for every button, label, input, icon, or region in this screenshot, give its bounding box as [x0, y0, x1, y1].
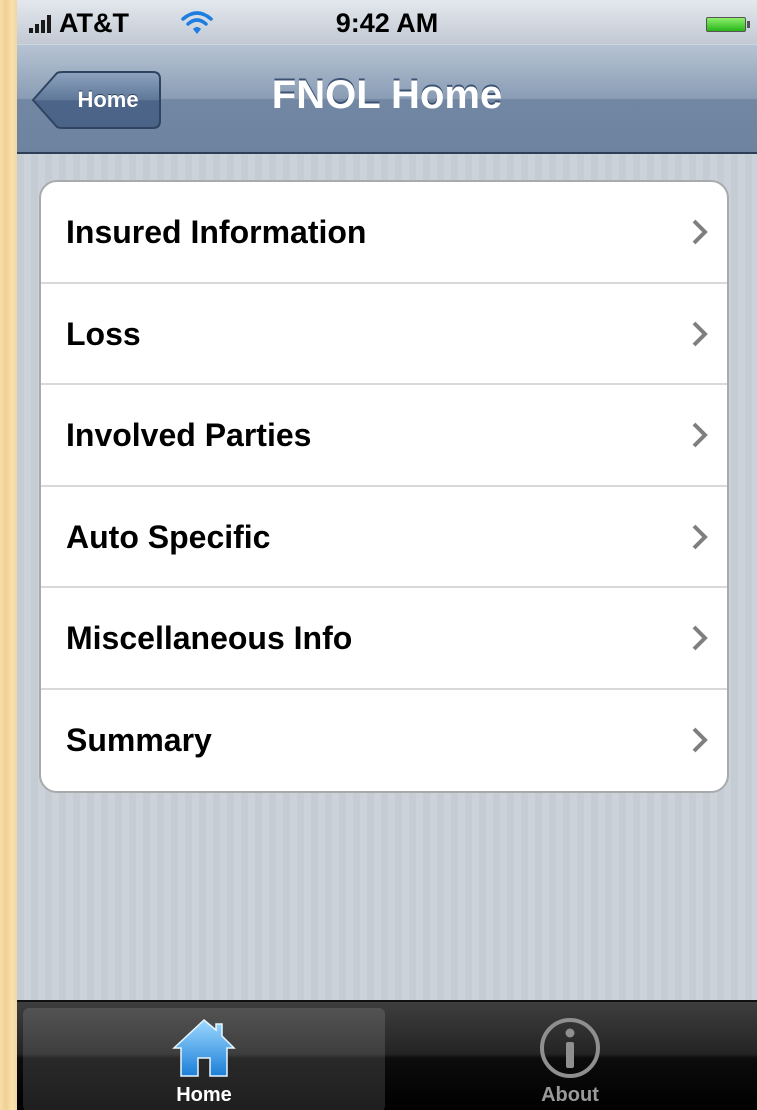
tab-about[interactable]: About: [389, 1008, 751, 1110]
phone-screen: AT&T 9:42 AM Home FNOL Home Insured Info…: [17, 0, 757, 1110]
list-item-label: Insured Information: [66, 214, 367, 250]
list-item-label: Auto Specific: [66, 518, 271, 555]
list-item-auto-specific[interactable]: Auto Specific: [41, 487, 727, 588]
chevron-right-icon: [692, 727, 708, 752]
battery-icon: [706, 17, 750, 32]
chevron-right-icon: [692, 422, 708, 448]
back-button-label: Home: [77, 87, 139, 112]
info-icon: [540, 1018, 600, 1078]
chevron-right-icon: [692, 524, 708, 549]
list-item-label: Loss: [66, 315, 141, 352]
list-item-involved-parties[interactable]: Involved Parties: [41, 385, 727, 487]
status-time: 9:42 AM: [335, 8, 439, 38]
home-icon: [172, 1019, 236, 1077]
page-title: FNOL Home: [271, 73, 503, 117]
status-bar: AT&T 9:42 AM: [17, 0, 757, 44]
chevron-right-icon: [692, 219, 708, 245]
tab-label: About: [541, 1084, 599, 1106]
chevron-right-icon: [692, 625, 708, 651]
tab-label: Home: [176, 1084, 232, 1106]
list-item-loss[interactable]: Loss: [41, 284, 727, 385]
back-button[interactable]: Home: [31, 71, 161, 129]
list-item-summary[interactable]: Summary: [41, 690, 727, 792]
menu-list: Insured Information Loss Involved Partie…: [39, 180, 729, 793]
list-item-insured-information[interactable]: Insured Information: [41, 182, 727, 284]
navigation-bar: Home FNOL Home: [17, 44, 757, 154]
list-item-label: Involved Parties: [66, 417, 312, 453]
content-area: Insured Information Loss Involved Partie…: [17, 154, 757, 1000]
tab-home[interactable]: Home: [23, 1008, 385, 1110]
list-item-label: Summary: [66, 721, 212, 758]
list-item-label: Miscellaneous Info: [66, 620, 353, 656]
tab-bar: Home About: [17, 1000, 757, 1110]
chevron-right-icon: [692, 321, 708, 346]
list-item-miscellaneous-info[interactable]: Miscellaneous Info: [41, 588, 727, 690]
